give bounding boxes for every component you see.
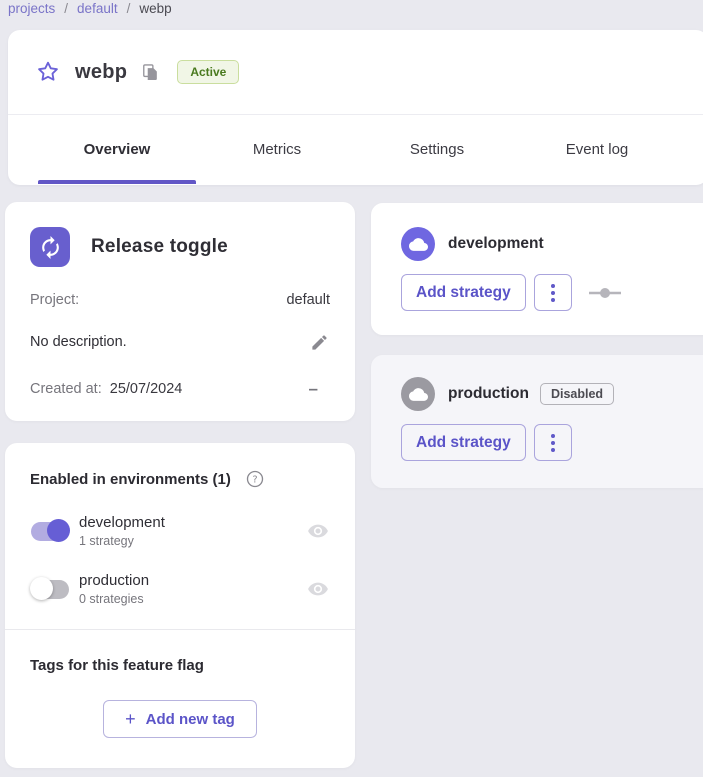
more-actions-button[interactable]	[534, 274, 572, 311]
created-at-label: Created at:	[30, 381, 102, 397]
page-title: webp	[75, 61, 127, 84]
environment-row-production: production 0 strategies	[30, 572, 330, 606]
tags-title: Tags for this feature flag	[30, 657, 204, 674]
help-button[interactable]: ?	[244, 468, 266, 490]
toggle-production[interactable]	[30, 577, 70, 601]
environment-strategy-count: 0 strategies	[79, 592, 149, 606]
production-strategies-card: production Disabled Add strategy	[371, 355, 703, 488]
created-at-value: 25/07/2024	[110, 381, 183, 397]
disabled-badge: Disabled	[540, 383, 614, 405]
commit-line-icon	[589, 287, 621, 299]
project-label: Project:	[30, 292, 79, 308]
tags-section: Tags for this feature flag + Add new tag	[5, 630, 355, 765]
star-icon	[35, 59, 61, 85]
toggle-thumb	[47, 519, 70, 542]
kebab-icon	[551, 284, 555, 288]
toggle-thumb	[30, 577, 53, 600]
tab-metrics[interactable]: Metrics	[197, 115, 357, 184]
tab-overview[interactable]: Overview	[37, 115, 197, 184]
view-environment-button[interactable]	[306, 577, 330, 601]
toggle-development[interactable]	[30, 519, 70, 543]
breadcrumb-default[interactable]: default	[77, 1, 118, 16]
environment-card-name: development	[448, 235, 544, 253]
tab-settings[interactable]: Settings	[357, 115, 517, 184]
environment-strategy-count: 1 strategy	[79, 534, 165, 548]
release-toggle-title: Release toggle	[91, 236, 228, 258]
project-value: default	[286, 292, 330, 308]
add-new-tag-button[interactable]: + Add new tag	[103, 700, 257, 738]
more-actions-button[interactable]	[534, 424, 572, 461]
release-toggle-type-icon-box	[30, 227, 70, 267]
environment-name: production	[79, 572, 149, 589]
kebab-icon	[551, 434, 555, 438]
breadcrumb: projects / default / webp	[8, 1, 172, 16]
pencil-icon	[310, 333, 329, 352]
created-at-row: Created at: 25/07/2024 –	[30, 379, 330, 399]
favorite-button[interactable]	[35, 59, 61, 85]
eye-icon	[307, 578, 329, 600]
status-badge: Active	[177, 60, 239, 84]
environment-cloud-badge	[401, 227, 435, 261]
tab-event-log[interactable]: Event log	[517, 115, 677, 184]
environment-row-development: development 1 strategy	[30, 514, 330, 548]
enabled-environments-title: Enabled in environments (1)	[30, 471, 231, 488]
strategy-drag-indicator	[589, 287, 621, 299]
breadcrumb-separator: /	[64, 1, 68, 16]
release-toggle-card: Release toggle Project: default No descr…	[5, 202, 355, 421]
environment-card-name: production	[448, 385, 529, 403]
environment-name: development	[79, 514, 165, 531]
feature-title-row: webp Active	[8, 30, 703, 115]
production-card-controls: Add strategy	[401, 424, 703, 461]
cloud-icon	[409, 235, 428, 254]
description-row: No description.	[30, 331, 330, 353]
release-toggle-header: Release toggle	[30, 227, 330, 267]
view-environment-button[interactable]	[306, 519, 330, 543]
add-new-tag-label: Add new tag	[146, 711, 235, 728]
cloud-icon	[409, 385, 428, 404]
copy-icon	[141, 63, 160, 82]
production-card-header: production Disabled	[401, 377, 703, 411]
collapse-dash[interactable]: –	[309, 379, 330, 399]
development-card-header: development	[401, 227, 703, 261]
enabled-environments-section: Enabled in environments (1) ? developmen…	[5, 443, 355, 630]
development-card-controls: Add strategy	[401, 274, 703, 311]
feature-tabs: Overview Metrics Settings Event log	[8, 115, 703, 184]
breadcrumb-separator: /	[127, 1, 131, 16]
project-row: Project: default	[30, 292, 330, 308]
plus-icon: +	[125, 709, 136, 730]
question-circle-icon: ?	[245, 469, 265, 489]
svg-text:?: ?	[252, 475, 257, 486]
development-strategies-card: development Add strategy	[371, 203, 703, 335]
feature-header-card: webp Active Overview Metrics Settings Ev…	[8, 30, 703, 185]
breadcrumb-current: webp	[139, 1, 171, 16]
eye-icon	[307, 520, 329, 542]
add-strategy-button[interactable]: Add strategy	[401, 274, 526, 311]
environments-card: Enabled in environments (1) ? developmen…	[5, 443, 355, 768]
copy-button[interactable]	[140, 62, 160, 82]
environment-cloud-badge	[401, 377, 435, 411]
description-text: No description.	[30, 334, 127, 350]
add-strategy-button[interactable]: Add strategy	[401, 424, 526, 461]
breadcrumb-projects[interactable]: projects	[8, 1, 55, 16]
autorenew-icon	[38, 235, 63, 260]
edit-description-button[interactable]	[308, 331, 330, 353]
